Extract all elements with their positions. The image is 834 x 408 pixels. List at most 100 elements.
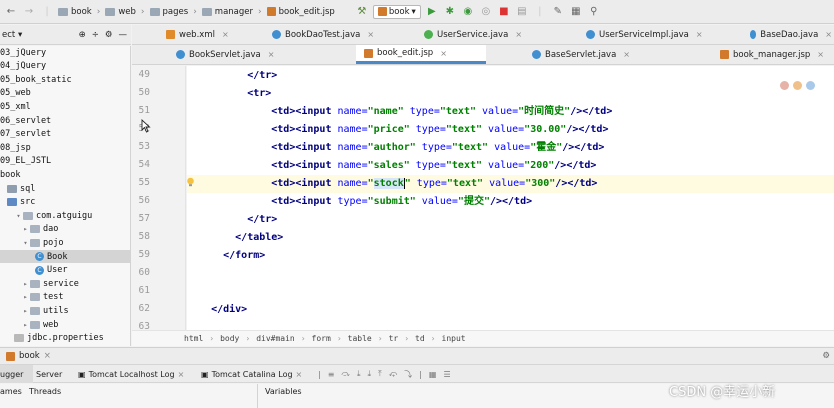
close-icon[interactable]: × [296,370,303,379]
chevron-right-icon[interactable]: ▸ [21,293,30,301]
gear-icon[interactable]: ⚙ [105,30,113,40]
build-icon[interactable]: ▤ [515,6,529,17]
tree-item-05-book-static[interactable]: 05_book_static [0,73,72,86]
breadcrumb-html[interactable]: html [184,334,203,343]
services-label[interactable]: book [19,351,40,361]
tree-item-09-el-jstl[interactable]: 09_EL_JSTL [0,155,51,168]
tab-web-xml[interactable]: web.xml × [158,25,258,44]
breadcrumb-form[interactable]: form [312,334,331,343]
chevron-right-icon[interactable]: ▸ [21,307,30,315]
tree-item-utils[interactable]: ▸ utils [0,304,68,317]
safari-icon[interactable] [806,81,815,90]
tab-tomcat-localhost-log[interactable]: ▣ Tomcat Localhost Log × [78,365,184,383]
tree-item-service[interactable]: ▸ service [0,277,78,290]
tree-item-03-jquery[interactable]: 03_jQuery [0,46,46,59]
evaluate-icon[interactable]: ▦ [429,370,437,379]
breadcrumb-table[interactable]: table [348,334,372,343]
tree-item-web[interactable]: ▸ web [0,318,58,331]
show-execution-icon[interactable]: ≡ [328,370,335,379]
close-icon[interactable]: × [696,30,703,39]
nav-crumb-file[interactable]: book_edit.jsp [266,7,335,17]
tree-item-05-xml[interactable]: 05_xml [0,100,31,113]
wrench-icon[interactable]: ✎ [551,6,565,17]
step-into-icon[interactable]: ⤓ [357,369,361,379]
drop-frame-icon[interactable]: ⤽ [389,369,398,379]
close-icon[interactable]: × [817,50,824,59]
tree-item-test[interactable]: ▸ test [0,291,63,304]
frames-header[interactable]: ames [0,384,22,398]
tree-item-08-jsp[interactable]: 08_jsp [0,141,31,154]
nav-crumb-book[interactable]: book [58,7,92,17]
run-config-select[interactable]: book ▾ [372,4,421,19]
chevron-right-icon[interactable]: ▸ [21,225,30,233]
tree-item-05-web[interactable]: 05_web [0,87,31,100]
lightbulb-icon[interactable] [186,177,195,187]
hide-icon[interactable]: — [119,30,128,40]
close-icon[interactable]: × [825,30,832,39]
close-icon[interactable]: × [623,50,630,59]
tree-item-dao[interactable]: ▸ dao [0,223,58,236]
breadcrumb-body[interactable]: body [220,334,239,343]
project-view-label[interactable]: ect ▾ [2,30,22,40]
chevron-right-icon[interactable]: ▸ [21,321,30,329]
hammer-icon[interactable]: ⚒ [355,6,369,17]
tree-item-07-servlet[interactable]: 07_servlet [0,128,51,141]
tab-bookservlet-java[interactable]: BookServlet.java × [168,45,318,64]
close-icon[interactable]: × [440,49,447,58]
close-icon[interactable]: × [515,30,522,39]
settings-icon[interactable]: ⚙ [822,351,830,361]
chrome-icon[interactable] [780,81,789,90]
tab-basedao-java[interactable]: BaseDao.java × [742,25,832,44]
debug-icon[interactable]: ✱ [443,6,457,17]
tab-book-manager-jsp[interactable]: book_manager.jsp × [712,45,834,64]
tree-item-book[interactable]: C Book [0,250,130,263]
run-to-cursor-icon[interactable]: ⤵ [404,369,412,380]
close-icon[interactable]: × [268,50,275,59]
tree-item-book[interactable]: book [0,168,20,181]
nav-crumb-pages[interactable]: pages [149,7,188,17]
tree-item-user[interactable]: C User [0,264,67,277]
step-out-icon[interactable]: ⤒ [378,369,382,379]
breadcrumb-div-main[interactable]: div#main [256,334,295,343]
tab-book-edit-jsp[interactable]: book_edit.jsp × [356,45,486,64]
tab-userservice-java[interactable]: UserService.java × [416,25,572,44]
firefox-icon[interactable] [793,81,802,90]
search-icon[interactable]: ⚲ [587,6,601,17]
stop-icon[interactable]: ■ [497,6,511,17]
variables-header[interactable]: Variables [265,384,302,398]
tree-item-sql[interactable]: sql [0,182,35,195]
close-icon[interactable]: × [44,351,51,361]
tab-tomcat-catalina-log[interactable]: ▣ Tomcat Catalina Log × [201,365,302,383]
tree-item-src[interactable]: src [0,196,35,209]
breadcrumb-input[interactable]: input [442,334,466,343]
profile-icon[interactable]: ◎ [479,6,493,17]
tab-debugger[interactable]: ugger [0,365,33,383]
panel-divider[interactable] [257,384,258,408]
close-icon[interactable]: × [178,370,185,379]
coverage-icon[interactable]: ◉ [461,6,475,17]
tree-item-pojo[interactable]: ▾ pojo [0,236,63,249]
tree-item-04-jquery[interactable]: 04_jQuery [0,60,46,73]
chevron-right-icon[interactable]: ▸ [21,280,30,288]
nav-crumb-web[interactable]: web [105,7,136,17]
breadcrumb-td[interactable]: td [415,334,425,343]
threads-header[interactable]: Threads [29,384,61,398]
tab-bookdaotest-java[interactable]: BookDaoTest.java × [264,25,412,44]
code-editor[interactable]: </tr> <tr> <td><input name="name" type="te… [187,66,834,330]
tree-item-jdbc-properties[interactable]: jdbc.properties [0,332,104,345]
chevron-down-icon[interactable]: ▾ [14,212,23,220]
tab-baseservlet-java[interactable]: BaseServlet.java × [524,45,674,64]
forward-icon[interactable]: → [22,6,36,17]
force-step-into-icon[interactable]: ⤓ [368,369,372,379]
restore-layout-icon[interactable]: ☰ [443,370,450,379]
nav-crumb-manager[interactable]: manager [201,7,253,17]
structure-icon[interactable]: ▦ [569,6,583,17]
step-over-icon[interactable]: ⤼ [341,369,350,379]
tab-userserviceimpl-java[interactable]: UserServiceImpl.java × [578,25,736,44]
back-icon[interactable]: ← [4,6,18,17]
locate-icon[interactable]: ⊕ [79,30,86,40]
close-icon[interactable]: × [367,30,374,39]
breadcrumb-tr[interactable]: tr [389,334,399,343]
run-icon[interactable]: ▶ [425,6,439,17]
chevron-down-icon[interactable]: ▾ [21,239,30,247]
